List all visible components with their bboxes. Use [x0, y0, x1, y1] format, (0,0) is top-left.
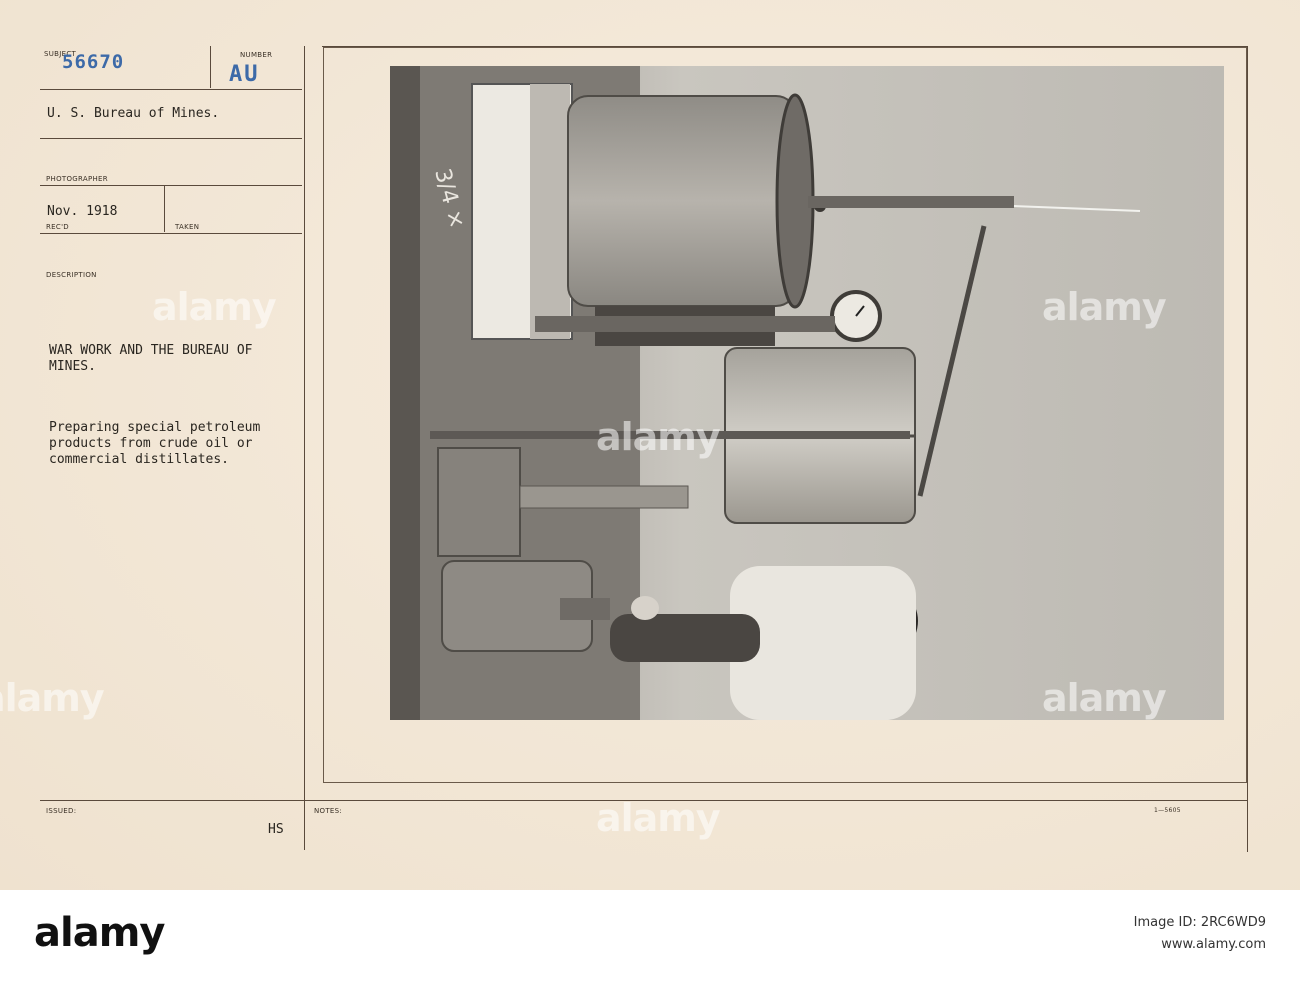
watermark: alamy [0, 676, 105, 720]
site-url[interactable]: www.alamy.com [1134, 934, 1266, 956]
description-title-line-2: MINES. [49, 359, 96, 374]
issued-label: ISSUED: [46, 807, 77, 815]
taken-label: TAKEN [175, 223, 200, 231]
row-rule-2 [40, 138, 302, 139]
description-body-line-1: Preparing special petroleum [49, 420, 261, 435]
date-divider [164, 185, 165, 232]
description-body-line-3: commercial distillates. [49, 452, 230, 467]
image-id: Image ID: 2RC6WD9 [1133, 915, 1266, 930]
description-title-line-1: WAR WORK AND THE BUREAU OF [49, 343, 253, 358]
watermark: alamy [1042, 285, 1167, 329]
number-value: AU [229, 62, 260, 87]
description-body-line-2: products from crude oil or [49, 436, 253, 451]
photograph: 3/4 × [390, 66, 1224, 720]
notes-label: NOTES: [314, 807, 343, 815]
number-label: NUMBER [240, 51, 273, 59]
left-column-divider [304, 46, 305, 850]
row-rule-3 [40, 185, 302, 186]
alamy-logo[interactable]: alamy [34, 910, 165, 956]
footer-meta: Image ID: 2RC6WD9 www.alamy.com [1134, 912, 1266, 956]
photographer-label: PHOTOGRAPHER [46, 175, 108, 183]
watermark: alamy [596, 415, 721, 459]
record-card: SUBJECT 56670 NUMBER AU U. S. Bureau of … [0, 0, 1300, 890]
subject-number-divider [210, 46, 211, 88]
row-rule-4 [40, 233, 302, 234]
watermark: alamy [596, 796, 721, 840]
date: Nov. 1918 [47, 204, 118, 219]
recd-label: REC'D [46, 223, 69, 231]
agency: U. S. Bureau of Mines. [47, 106, 220, 121]
subject-number: 56670 [62, 51, 125, 73]
row-rule-1 [40, 89, 302, 90]
footer-bar: alamy Image ID: 2RC6WD9 www.alamy.com [0, 890, 1300, 981]
form-code: 1—5605 [1154, 807, 1181, 814]
description-label: DESCRIPTION [46, 271, 97, 279]
photograph-illustration: 3/4 × [390, 66, 1224, 720]
issued-value: HS [268, 822, 284, 837]
right-border [1247, 46, 1248, 852]
watermark: alamy [152, 285, 277, 329]
watermark: alamy [1042, 676, 1167, 720]
